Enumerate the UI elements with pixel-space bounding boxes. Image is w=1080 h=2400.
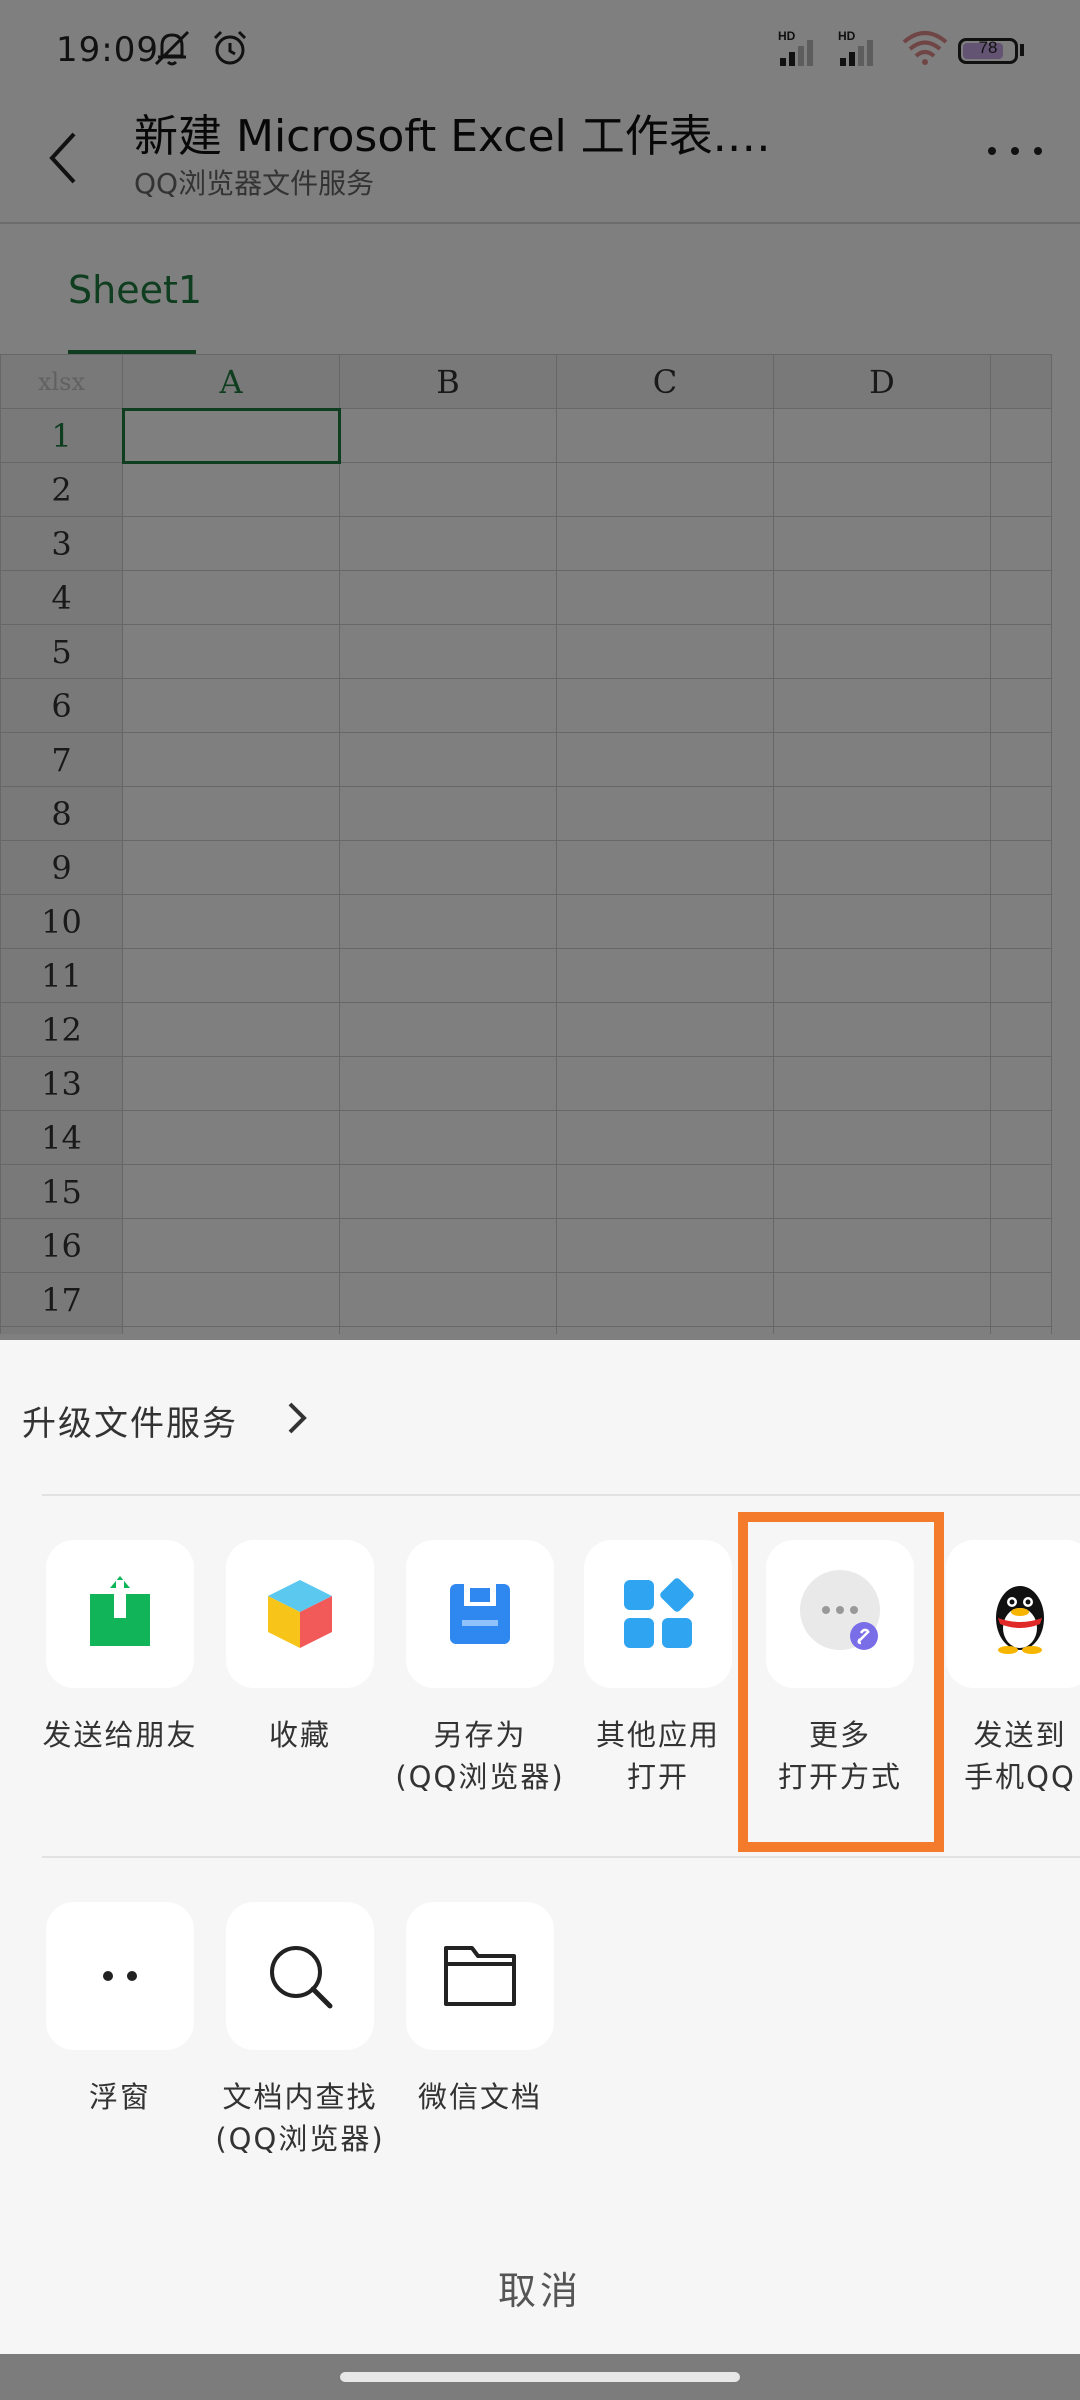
- item-label: 其他应用 打开: [595, 1718, 720, 1794]
- item-label: 文档内查找 (QQ浏览器): [215, 2080, 385, 2156]
- folder-icon: [444, 1946, 516, 2006]
- tile: [406, 1902, 554, 2050]
- favorite-cube-icon: [268, 1580, 332, 1648]
- send-to-friend-button[interactable]: 发送给朋友: [30, 1540, 210, 1756]
- open-with-other-app-button[interactable]: 其他应用 打开: [568, 1540, 748, 1798]
- wechat-docs-button[interactable]: 微信文档: [390, 1902, 570, 2118]
- divider: [42, 1856, 1080, 1858]
- divider: [42, 1494, 1080, 1496]
- highlight-box: [738, 1512, 944, 1852]
- tile: [226, 1540, 374, 1688]
- upgrade-file-service-link[interactable]: 升级文件服务: [22, 1396, 238, 1445]
- float-window-icon: [103, 1971, 137, 1981]
- navigation-bar: [0, 2354, 1080, 2400]
- modal-backdrop[interactable]: [0, 0, 1080, 1340]
- save-icon: [450, 1584, 510, 1644]
- favorite-button[interactable]: 收藏: [210, 1540, 390, 1756]
- tile: [46, 1540, 194, 1688]
- chevron-right-icon[interactable]: [282, 1398, 312, 1438]
- tile: [946, 1540, 1080, 1688]
- qq-penguin-icon: [996, 1586, 1044, 1654]
- share-upload-icon: [90, 1576, 150, 1646]
- home-gesture-handle[interactable]: [340, 2372, 740, 2382]
- item-label: 收藏: [268, 1718, 331, 1752]
- send-to-mobile-qq-button[interactable]: 发送到 手机QQ: [930, 1540, 1080, 1798]
- floating-window-button[interactable]: 浮窗: [30, 1902, 210, 2118]
- item-label: 微信文档: [417, 2080, 542, 2114]
- item-label: 浮窗: [88, 2080, 151, 2114]
- find-in-document-button[interactable]: 文档内查找 (QQ浏览器): [210, 1902, 390, 2160]
- save-as-button[interactable]: 另存为 (QQ浏览器): [390, 1540, 570, 1798]
- item-label: 发送到 手机QQ: [964, 1718, 1076, 1794]
- tile: [226, 1902, 374, 2050]
- item-label: 另存为 (QQ浏览器): [395, 1718, 565, 1794]
- tile: [584, 1540, 732, 1688]
- tile: [406, 1540, 554, 1688]
- share-bottom-sheet: 升级文件服务 发送给朋友 收藏 另存为 (QQ浏览器) 其他应用 打开 更多 打…: [0, 1340, 1080, 2354]
- search-icon: [270, 1946, 333, 2009]
- cancel-button[interactable]: 取消: [0, 2260, 1080, 2315]
- apps-grid-icon: [624, 1578, 694, 1648]
- tile: [46, 1902, 194, 2050]
- item-label: 发送给朋友: [42, 1718, 198, 1752]
